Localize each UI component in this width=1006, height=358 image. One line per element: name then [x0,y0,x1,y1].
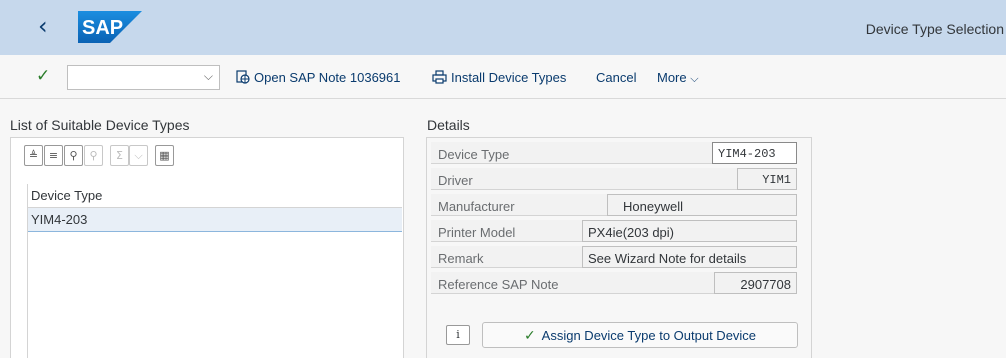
device-type-list-panel: ≜ ≡ ⚲ ⚲ Σ ⌵ ▦ Device Type YIM4-203 [10,137,404,358]
check-icon: ✓ [523,328,536,344]
sort-ascending-icon[interactable]: ≜ [24,145,43,166]
install-device-types-label: Install Device Types [451,70,567,85]
sum-dropdown-icon[interactable]: ⌵ [129,145,148,166]
remark-field: See Wizard Note for details [582,246,797,268]
info-icon[interactable]: i [446,325,470,345]
details-panel: Device Type YIM4-203 Driver YIM1 Manufac… [426,137,812,358]
open-sap-note-label: Open SAP Note 1036961 [254,70,401,85]
more-button[interactable]: More ⌵ [657,70,699,86]
reference-sap-note-field: 2907708 [714,272,797,294]
check-icon[interactable]: ✓ [36,66,50,86]
svg-text:SAP: SAP [82,17,123,39]
install-device-types-button[interactable]: Install Device Types [432,70,566,85]
device-type-field[interactable]: YIM4-203 [712,142,797,164]
assign-device-type-button[interactable]: ✓ Assign Device Type to Output Device [482,322,798,348]
detail-row-remark: Remark See Wizard Note for details [431,246,797,268]
printer-icon [432,70,447,84]
column-header-device-type[interactable]: Device Type [28,184,402,208]
driver-field: YIM1 [737,168,797,190]
layout-icon[interactable]: ▦ [155,145,174,166]
table-row[interactable]: YIM4-203 [28,208,402,232]
sum-icon[interactable]: Σ [110,145,129,166]
detail-row-manufacturer: Manufacturer Honeywell [431,194,797,216]
search-next-icon[interactable]: ⚲ [84,145,103,166]
back-icon[interactable]: ‹ [38,14,62,38]
cancel-button[interactable]: Cancel [596,70,636,85]
note-globe-icon [236,70,250,84]
chevron-down-icon[interactable]: ⌵ [204,69,213,84]
detail-row-driver: Driver YIM1 [431,168,797,190]
chevron-down-icon: ⌵ [690,72,699,85]
manufacturer-field: Honeywell [607,194,797,216]
sort-descending-icon[interactable]: ≡ [44,145,63,166]
detail-row-reference-note: Reference SAP Note 2907708 [431,272,797,294]
search-icon[interactable]: ⚲ [64,145,83,166]
detail-row-printer-model: Printer Model PX4ie(203 dpi) [431,220,797,242]
detail-row-device-type: Device Type YIM4-203 [431,142,797,164]
sap-logo: SAP [78,11,142,43]
shell-header: ‹ SAP Device Type Selection [0,0,1006,55]
list-title: List of Suitable Device Types [10,117,190,133]
page-title: Device Type Selection [865,21,1004,37]
open-sap-note-button[interactable]: Open SAP Note 1036961 [236,70,401,85]
printer-model-field: PX4ie(203 dpi) [582,220,797,242]
more-label: More [657,70,687,85]
assign-device-type-label: Assign Device Type to Output Device [541,328,757,343]
toolbar: ✓ ⌵ Open SAP Note 1036961 Install Device… [0,55,1006,99]
command-field[interactable]: ⌵ [67,65,220,90]
details-title: Details [427,117,470,133]
